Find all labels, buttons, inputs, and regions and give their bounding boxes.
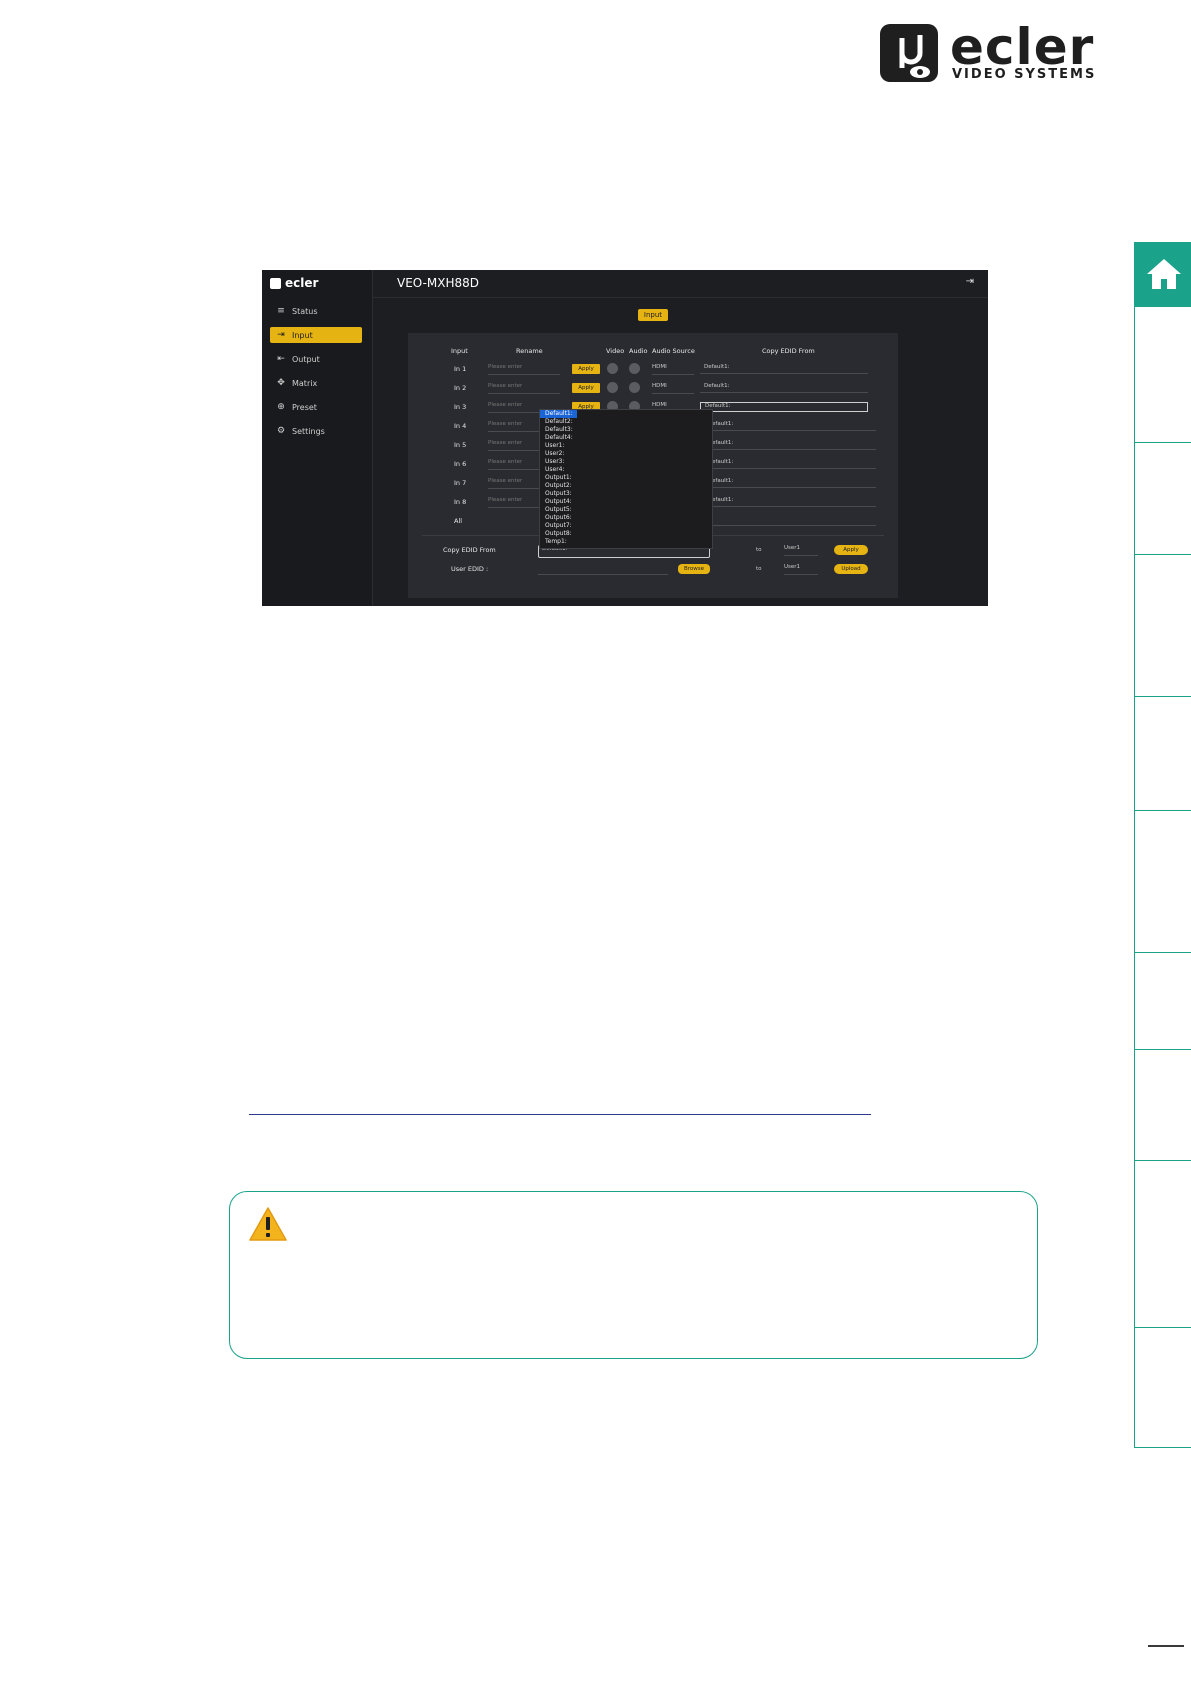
copy-edid-select-all[interactable] [708, 516, 876, 526]
nav-status[interactable]: ≡ Status [270, 303, 362, 319]
target-select[interactable]: User1 [784, 564, 818, 575]
ecler-logo-mark [880, 24, 938, 82]
audio-source-select[interactable]: HDMI [652, 383, 694, 394]
page-number-rule [1148, 1645, 1184, 1647]
header-video: Video [606, 347, 625, 355]
dropdown-option[interactable]: Default4: [540, 434, 712, 442]
ui-sidebar: ecler ≡ Status ⇥ Input ⇤ Output ✥ Matrix… [262, 270, 373, 606]
device-title: VEO-MXH88D [397, 276, 480, 290]
logout-icon[interactable]: ⇥ [966, 276, 974, 287]
user-edid-file-input[interactable] [538, 564, 668, 575]
row-label: In 6 [454, 460, 467, 468]
row-label: In 2 [454, 384, 467, 392]
nav-settings[interactable]: ⚙ Settings [270, 423, 362, 439]
dropdown-option[interactable]: User1: [540, 442, 712, 450]
dropdown-option[interactable]: Output2: [540, 482, 712, 490]
row-label: In 8 [454, 498, 467, 506]
warning-callout [229, 1191, 1038, 1359]
copy-edid-select[interactable]: Default1: [700, 364, 868, 374]
header-rename: Rename [516, 347, 543, 355]
row-label: In 1 [454, 365, 467, 373]
audio-indicator [629, 363, 640, 374]
copy-edid-select[interactable]: efault1: [708, 478, 876, 488]
rename-input[interactable]: Please enter [488, 383, 560, 394]
user-edid-label: User EDID : [451, 565, 489, 573]
header-audio: Audio [629, 347, 648, 355]
row-label: In 4 [454, 422, 467, 430]
warning-icon [249, 1207, 287, 1241]
video-indicator [607, 382, 618, 393]
copy-edid-select[interactable]: efault1: [708, 440, 876, 450]
dropdown-option[interactable]: User2: [540, 450, 712, 458]
output-icon: ⇤ [277, 354, 285, 364]
dropdown-option[interactable]: Default3: [540, 426, 712, 434]
apply-copy-button[interactable]: Apply [834, 545, 868, 555]
copy-edid-label: Copy EDID From [443, 546, 496, 554]
audio-indicator [629, 382, 640, 393]
dropdown-option[interactable]: User4: [540, 466, 712, 474]
ui-logo: ecler [270, 276, 318, 290]
row-label: In 5 [454, 441, 467, 449]
upload-button[interactable]: Upload [834, 564, 868, 574]
header-audio-source: Audio Source [652, 347, 695, 355]
dropdown-option[interactable]: Output6: [540, 514, 712, 522]
brand-tagline: VIDEO SYSTEMS [952, 67, 1097, 82]
dropdown-option[interactable]: Output5: [540, 506, 712, 514]
ecler-logo: ecler VIDEO SYSTEMS [880, 18, 1110, 84]
copy-edid-select[interactable]: Default1: [700, 402, 868, 412]
tab-input[interactable]: Input [638, 309, 668, 321]
header-input: Input [451, 347, 468, 355]
side-tab-column [1134, 242, 1191, 1448]
dropdown-option[interactable]: Output7: [540, 522, 712, 530]
rename-input[interactable]: Please enter [488, 364, 560, 375]
row-label: All [454, 517, 463, 525]
row-label: In 3 [454, 403, 467, 411]
copy-edid-select[interactable]: Default1: [700, 383, 868, 393]
nav-input[interactable]: ⇥ Input [270, 327, 362, 343]
dropdown-option[interactable]: User3: [540, 458, 712, 466]
preset-icon: ⊕ [277, 402, 285, 412]
audio-source-select[interactable]: HDMI [652, 364, 694, 375]
header-copy-edid: Copy EDID From [762, 347, 815, 355]
apply-button[interactable]: Apply [572, 364, 600, 374]
to-label: to [756, 547, 762, 553]
target-select[interactable]: User1 [784, 545, 818, 556]
home-tab[interactable] [1135, 242, 1191, 306]
video-indicator [607, 363, 618, 374]
gear-icon: ⚙ [276, 426, 286, 436]
dropdown-option[interactable]: Output4: [540, 498, 712, 506]
edid-dropdown-list[interactable]: Default1: Default2: Default3: Default4: … [539, 409, 713, 549]
dropdown-option[interactable]: Output8: [540, 530, 712, 538]
matrix-icon: ✥ [277, 378, 285, 388]
input-icon: ⇥ [277, 330, 285, 340]
dropdown-option[interactable]: Default1: [540, 410, 577, 418]
copy-edid-select[interactable]: efault1: [708, 459, 876, 469]
home-icon [1146, 259, 1181, 289]
status-icon: ≡ [277, 306, 285, 316]
nav-matrix[interactable]: ✥ Matrix [270, 375, 362, 391]
ui-topbar: VEO-MXH88D ⇥ [373, 270, 988, 298]
dropdown-option[interactable]: Default2: [540, 418, 712, 426]
dropdown-option[interactable]: Temp1: [540, 538, 712, 546]
dropdown-option[interactable]: Output1: [540, 474, 712, 482]
web-ui-screenshot: ecler ≡ Status ⇥ Input ⇤ Output ✥ Matrix… [262, 270, 988, 606]
nav-preset[interactable]: ⊕ Preset [270, 399, 362, 415]
copy-edid-select[interactable]: efault1: [708, 497, 876, 507]
copy-edid-select[interactable]: efault1: [708, 421, 876, 431]
nav-output[interactable]: ⇤ Output [270, 351, 362, 367]
apply-button[interactable]: Apply [572, 383, 600, 393]
dropdown-option[interactable]: Output3: [540, 490, 712, 498]
link-underline [249, 1114, 871, 1115]
row-label: In 7 [454, 479, 467, 487]
browse-button[interactable]: Browse [678, 564, 710, 574]
to-label: to [756, 566, 762, 572]
ecler-small-icon [270, 277, 281, 289]
